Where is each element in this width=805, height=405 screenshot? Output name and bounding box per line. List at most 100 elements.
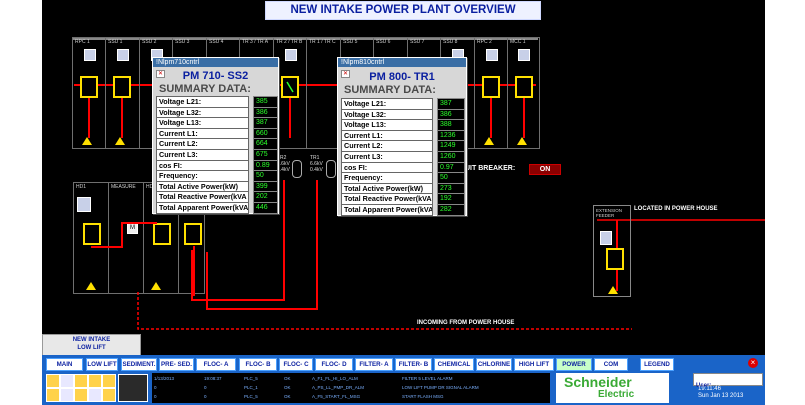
located-label: LOCATED IN POWER HOUSE: [634, 206, 718, 212]
popup-pm800[interactable]: !Nlpm810cntrl ✕ PM 800- TR1 SUMMARY DATA…: [337, 57, 467, 216]
summary-row: Total Apparent Power(kVA 446: [156, 202, 278, 214]
nav-tab[interactable]: FLOC- C: [279, 358, 313, 371]
nav-tab[interactable]: SEDIMENT.: [121, 358, 157, 371]
nav-tab[interactable]: FILTER- A: [355, 358, 393, 371]
alarm-area: PLC_5: [244, 376, 258, 381]
panel-extension-feeder[interactable]: EXTENSION FEEDER: [593, 205, 631, 297]
summary-row: cos FI: 0.89: [156, 159, 278, 172]
alarm-list[interactable]: 1/13/2013 19:08:37 PLC_5 OK A_F1_FL_HI_LO_AL…: [152, 373, 550, 403]
summary-row: Voltage L32: 386: [341, 108, 465, 121]
alarm-time: 0: [204, 394, 207, 399]
alarm-bell-icon[interactable]: [118, 374, 148, 402]
scada-screen: NEW INTAKE POWER PLANT OVERVIEW RPC 1 SS…: [42, 0, 765, 405]
nav-tab[interactable]: FLOC- A: [196, 358, 236, 371]
summary-row: Current L3: 1260: [341, 151, 465, 163]
clock-date: Sun Jan 13 2013: [698, 393, 744, 399]
popup-titlebar[interactable]: !Nlpm710cntrl: [153, 58, 278, 67]
report-icon[interactable]: [46, 388, 60, 402]
relay-icon: [600, 231, 612, 245]
alarm-date: 0: [154, 394, 157, 399]
nav-tab[interactable]: HIGH LIFT: [514, 358, 554, 371]
nav-tab[interactable]: FLOC- B: [239, 358, 277, 371]
summary-row: Voltage L21: 385: [156, 96, 278, 108]
summary-row: Total Apparent Power(kVA 282: [341, 204, 465, 216]
summary-row: Current L1: 1236: [341, 129, 465, 142]
new-intake-low-lift-button[interactable]: NEW INTAKE LOW LIFT: [42, 334, 141, 356]
brand-sub: Electric: [598, 389, 635, 400]
panel-label: EXTENSION FEEDER: [596, 208, 623, 218]
summary-row: cos FI: 0.97: [341, 161, 465, 174]
alarm-tag: A_F1_FL_HI_LO_ALM: [312, 376, 358, 381]
summary-label: Total Apparent Power(kVA: [341, 204, 433, 216]
alarm-tag: A_F5_START_FL_MSG: [312, 394, 361, 399]
brand-logo: Schneider Electric: [556, 373, 669, 403]
clock-time: 19:11:46: [698, 386, 721, 392]
popup-titlebar[interactable]: !Nlpm810cntrl: [338, 58, 466, 67]
alarm-state: OK: [284, 385, 291, 390]
folder-icon[interactable]: [46, 374, 60, 388]
user-icon[interactable]: [74, 374, 88, 388]
summary-row: Current L2: 1249: [341, 140, 465, 153]
close-icon[interactable]: ×: [748, 358, 758, 368]
alarm-state: OK: [284, 394, 291, 399]
key-icon[interactable]: [102, 374, 116, 388]
popup-heading: PM 800- TR1: [369, 71, 435, 83]
summary-row: Total Active Power(kW) 273: [341, 182, 465, 195]
summary-row: Total Reactive Power(kVA 192: [341, 193, 465, 206]
summary-row: Current L1: 660: [156, 127, 278, 140]
alarm-date: 0: [154, 385, 157, 390]
summary-row: Frequency: 50: [156, 170, 278, 183]
summary-label: Total Apparent Power(kVA: [156, 202, 249, 214]
popup-pm710[interactable]: !Nlpm710cntrl ✕ PM 710- SS2 SUMMARY DATA…: [152, 57, 279, 214]
nav-tab[interactable]: FLOC- D: [315, 358, 353, 371]
trend-icon[interactable]: [60, 388, 74, 402]
toolbar-icons: [46, 374, 148, 402]
nav-tab[interactable]: POWER PLT: [556, 358, 592, 379]
nav-tab[interactable]: MAIN: [46, 358, 83, 371]
alarm-desc: LOW LIFT PUMP DR SIGNAL ALARM: [402, 385, 479, 390]
breaker-icon[interactable]: [606, 248, 624, 270]
alarm-desc: FILTER 5 LEVEL ALARM: [402, 376, 453, 381]
alarm-state: OK: [284, 376, 291, 381]
summary-row: Current L3: 675: [156, 149, 278, 161]
alarm-icon[interactable]: [88, 374, 102, 388]
summary-value: 446: [253, 202, 278, 214]
alarm-date: 1/13/2013: [154, 376, 175, 381]
clock: 19:11:46 Sun Jan 13 2013: [698, 386, 743, 400]
summary-row: Voltage L13: 388: [341, 119, 465, 132]
popup-summary-title: SUMMARY DATA:: [344, 84, 436, 96]
summary-row: Voltage L13: 387: [156, 117, 278, 130]
alarm-row[interactable]: 0 0 PLC_1 OK A_PS_LL_PMP_DR_ALM LOW LIFT PUMP…: [152, 384, 550, 392]
popup-heading: PM 710- SS2: [182, 70, 249, 82]
alarm-time: 19:08:37: [204, 376, 222, 381]
nav-tab[interactable]: LOW LIFT: [86, 358, 118, 371]
nav-tab[interactable]: PRE- SED.: [159, 358, 194, 371]
button-line: LOW LIFT: [77, 345, 106, 351]
alarm-row[interactable]: 0 0 PLC_5 OK A_F5_START_FL_MSG START FLASH MS…: [152, 393, 550, 401]
summary-row: Total Reactive Power(kVA 202: [156, 191, 278, 204]
summary-row: Current L2: 664: [156, 138, 278, 151]
summary-row: Frequency: 50: [341, 172, 465, 185]
alarm-row[interactable]: 1/13/2013 19:08:37 PLC_5 OK A_F1_FL_HI_LO_AL…: [152, 375, 550, 383]
nav-tab[interactable]: CHLORINE: [476, 358, 512, 371]
popup-summary-title: SUMMARY DATA:: [159, 83, 251, 95]
print-icon[interactable]: [60, 374, 74, 388]
button-line: NEW INTAKE: [72, 337, 111, 343]
help-icon[interactable]: [102, 388, 116, 402]
brand-name: Schneider: [564, 374, 632, 390]
summary-row: Total Active Power(kW) 399: [156, 180, 278, 193]
nav-tab[interactable]: CHEMICAL: [434, 358, 474, 371]
window-icon[interactable]: [88, 388, 102, 402]
alarm-desc: START FLASH MSG: [402, 394, 444, 399]
summary-value: 282: [437, 204, 465, 216]
nav-tab[interactable]: LEGEND: [640, 358, 674, 371]
alarm-area: PLC_1: [244, 385, 258, 390]
alarm-tag: A_PS_LL_PMP_DR_ALM: [312, 385, 365, 390]
alarm-time: 0: [204, 385, 207, 390]
config-icon[interactable]: [74, 388, 88, 402]
incoming-label: INCOMING FROM POWER HOUSE: [417, 320, 515, 326]
user-field[interactable]: User:: [693, 373, 763, 389]
nav-tab[interactable]: FILTER- B: [395, 358, 432, 371]
load-arrow-icon: [608, 286, 618, 294]
nav-tab[interactable]: COM: [594, 358, 628, 371]
